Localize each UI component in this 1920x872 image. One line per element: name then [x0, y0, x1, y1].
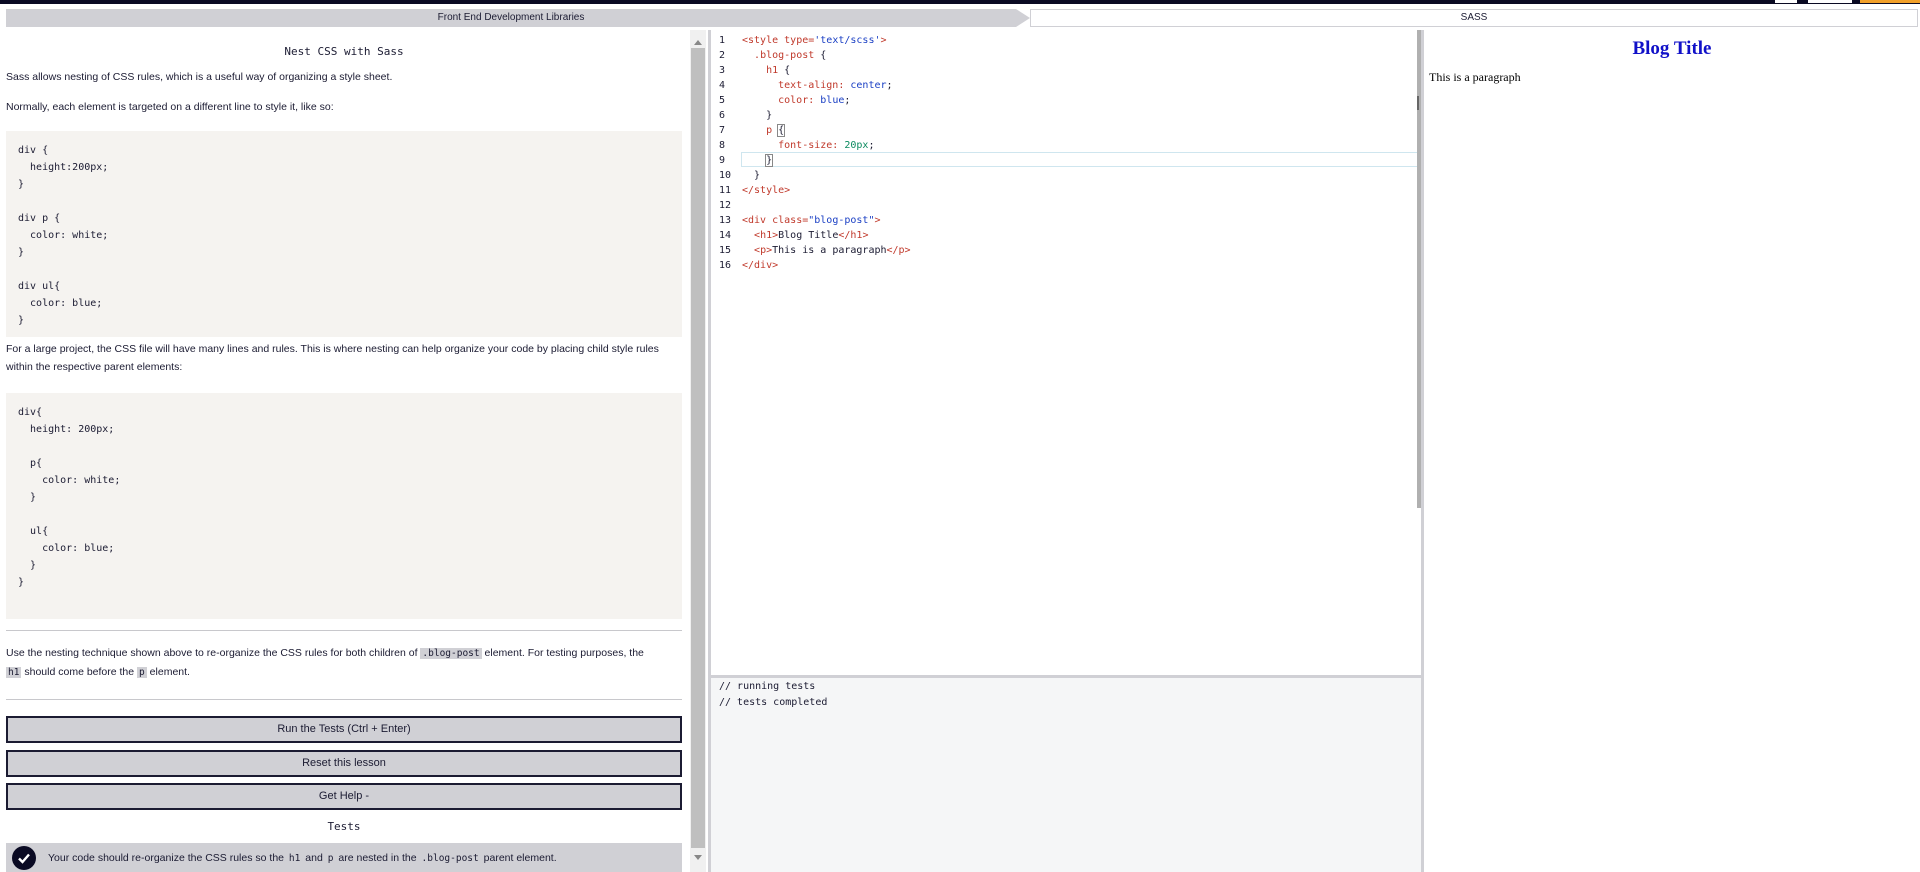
code-line: </style> — [742, 185, 791, 196]
test-text-part: are nested in the — [335, 852, 420, 864]
code-line: <h1>Blog Title</h1> — [754, 230, 869, 241]
line-number: 5 — [719, 95, 726, 106]
line-number: 14 — [719, 230, 732, 241]
breadcrumb-parent[interactable]: Front End Development Libraries — [6, 9, 1030, 27]
instructions-scrollbar[interactable] — [690, 30, 706, 872]
console-line: // running tests — [719, 681, 816, 692]
current-line-highlight — [741, 152, 1419, 167]
line-number: 15 — [719, 245, 732, 256]
code-example: div{ height: 200px; p{ color: white; } u… — [6, 393, 682, 619]
code-line: </div> — [742, 260, 779, 271]
test-text-part: and — [302, 852, 326, 864]
task-text: Use the nesting technique shown above to… — [6, 647, 421, 659]
line-number: 11 — [719, 185, 732, 196]
line-number: 7 — [719, 125, 726, 136]
breadcrumb: Front End Development Libraries SASS — [6, 9, 1918, 27]
divider — [6, 699, 682, 700]
test-console: // running tests // tests completed — [711, 678, 1421, 872]
code-line: } — [742, 110, 773, 121]
line-number: 13 — [719, 215, 732, 226]
get-help-button[interactable]: Get Help - — [6, 783, 682, 810]
instructions-panel: Nest CSS with Sass Sass allows nesting o… — [0, 30, 688, 872]
tests-heading: Tests — [327, 820, 361, 833]
line-number: 3 — [719, 65, 726, 76]
line-number: 16 — [719, 260, 732, 271]
line-number: 8 — [719, 140, 726, 151]
code-line: .blog-post { — [754, 50, 827, 61]
editor-scrollbar-marker — [1417, 96, 1419, 110]
line-number: 12 — [719, 200, 732, 211]
page-title: Nest CSS with Sass — [284, 45, 404, 58]
code-line: <p>This is a paragraph</p> — [754, 245, 911, 256]
check-icon — [12, 846, 36, 870]
line-number: 9 — [719, 155, 726, 166]
task-text: should come before the — [21, 666, 138, 678]
preview-pane: Blog Title This is a paragraph — [1424, 30, 1920, 872]
breadcrumb-current[interactable]: SASS — [1030, 9, 1918, 27]
code-line: p { — [766, 124, 786, 137]
instruction-paragraph: Normally, each element is targeted on a … — [6, 101, 334, 113]
code-line: <div class="blog-post"> — [742, 215, 881, 226]
line-number: 2 — [719, 50, 726, 61]
task-description: Use the nesting technique shown above to… — [6, 644, 682, 682]
code-editor[interactable]: 1 <style type='text/scss'> 2 .blog-post {… — [711, 30, 1419, 675]
inline-code: h1 — [286, 853, 303, 864]
scroll-up-icon[interactable] — [694, 40, 702, 45]
scroll-down-icon[interactable] — [694, 855, 702, 860]
code-line: font-size: 20px; — [778, 140, 875, 151]
reset-lesson-button[interactable]: Reset this lesson — [6, 750, 682, 777]
scrollbar-thumb[interactable] — [691, 48, 705, 848]
preview-paragraph: This is a paragraph — [1429, 70, 1521, 84]
code-line: } — [742, 170, 761, 181]
task-text: element. — [146, 666, 190, 678]
nav-button[interactable] — [1775, 0, 1797, 3]
code-line: <style type='text/scss'> — [742, 35, 887, 46]
divider — [6, 630, 682, 631]
inline-code: h1 — [6, 667, 22, 678]
nav-button[interactable] — [1808, 0, 1852, 3]
test-text-part: parent element. — [480, 852, 557, 864]
nav-button-accent[interactable] — [1860, 0, 1920, 3]
line-number: 10 — [719, 170, 732, 181]
line-number: 1 — [719, 35, 726, 46]
code-line: h1 { — [766, 65, 791, 76]
code-example: div { height:200px; } div p { color: whi… — [6, 131, 682, 337]
top-navbar — [0, 0, 1920, 4]
line-number: 6 — [719, 110, 726, 121]
instruction-paragraph: For a large project, the CSS file will h… — [6, 343, 659, 373]
preview-title: Blog Title — [1632, 38, 1712, 59]
inline-code: p — [325, 853, 336, 864]
test-text: Your code should re-organize the CSS rul… — [48, 852, 557, 864]
line-number: 4 — [719, 80, 726, 91]
instruction-paragraph: Sass allows nesting of CSS rules, which … — [6, 71, 393, 83]
code-line: } — [765, 154, 774, 167]
inline-code: .blog-post — [419, 853, 481, 864]
test-text-part: Your code should re-organize the CSS rul… — [48, 852, 287, 864]
task-text: element. For testing purposes, the — [481, 647, 644, 659]
inline-code: p — [137, 667, 147, 678]
code-line: color: blue; — [778, 95, 851, 106]
run-tests-button[interactable]: Run the Tests (Ctrl + Enter) — [6, 716, 682, 743]
console-line: // tests completed — [719, 697, 828, 708]
inline-code: .blog-post — [420, 648, 482, 659]
code-line: text-align: center; — [778, 80, 893, 91]
test-item: Your code should re-organize the CSS rul… — [6, 843, 682, 872]
